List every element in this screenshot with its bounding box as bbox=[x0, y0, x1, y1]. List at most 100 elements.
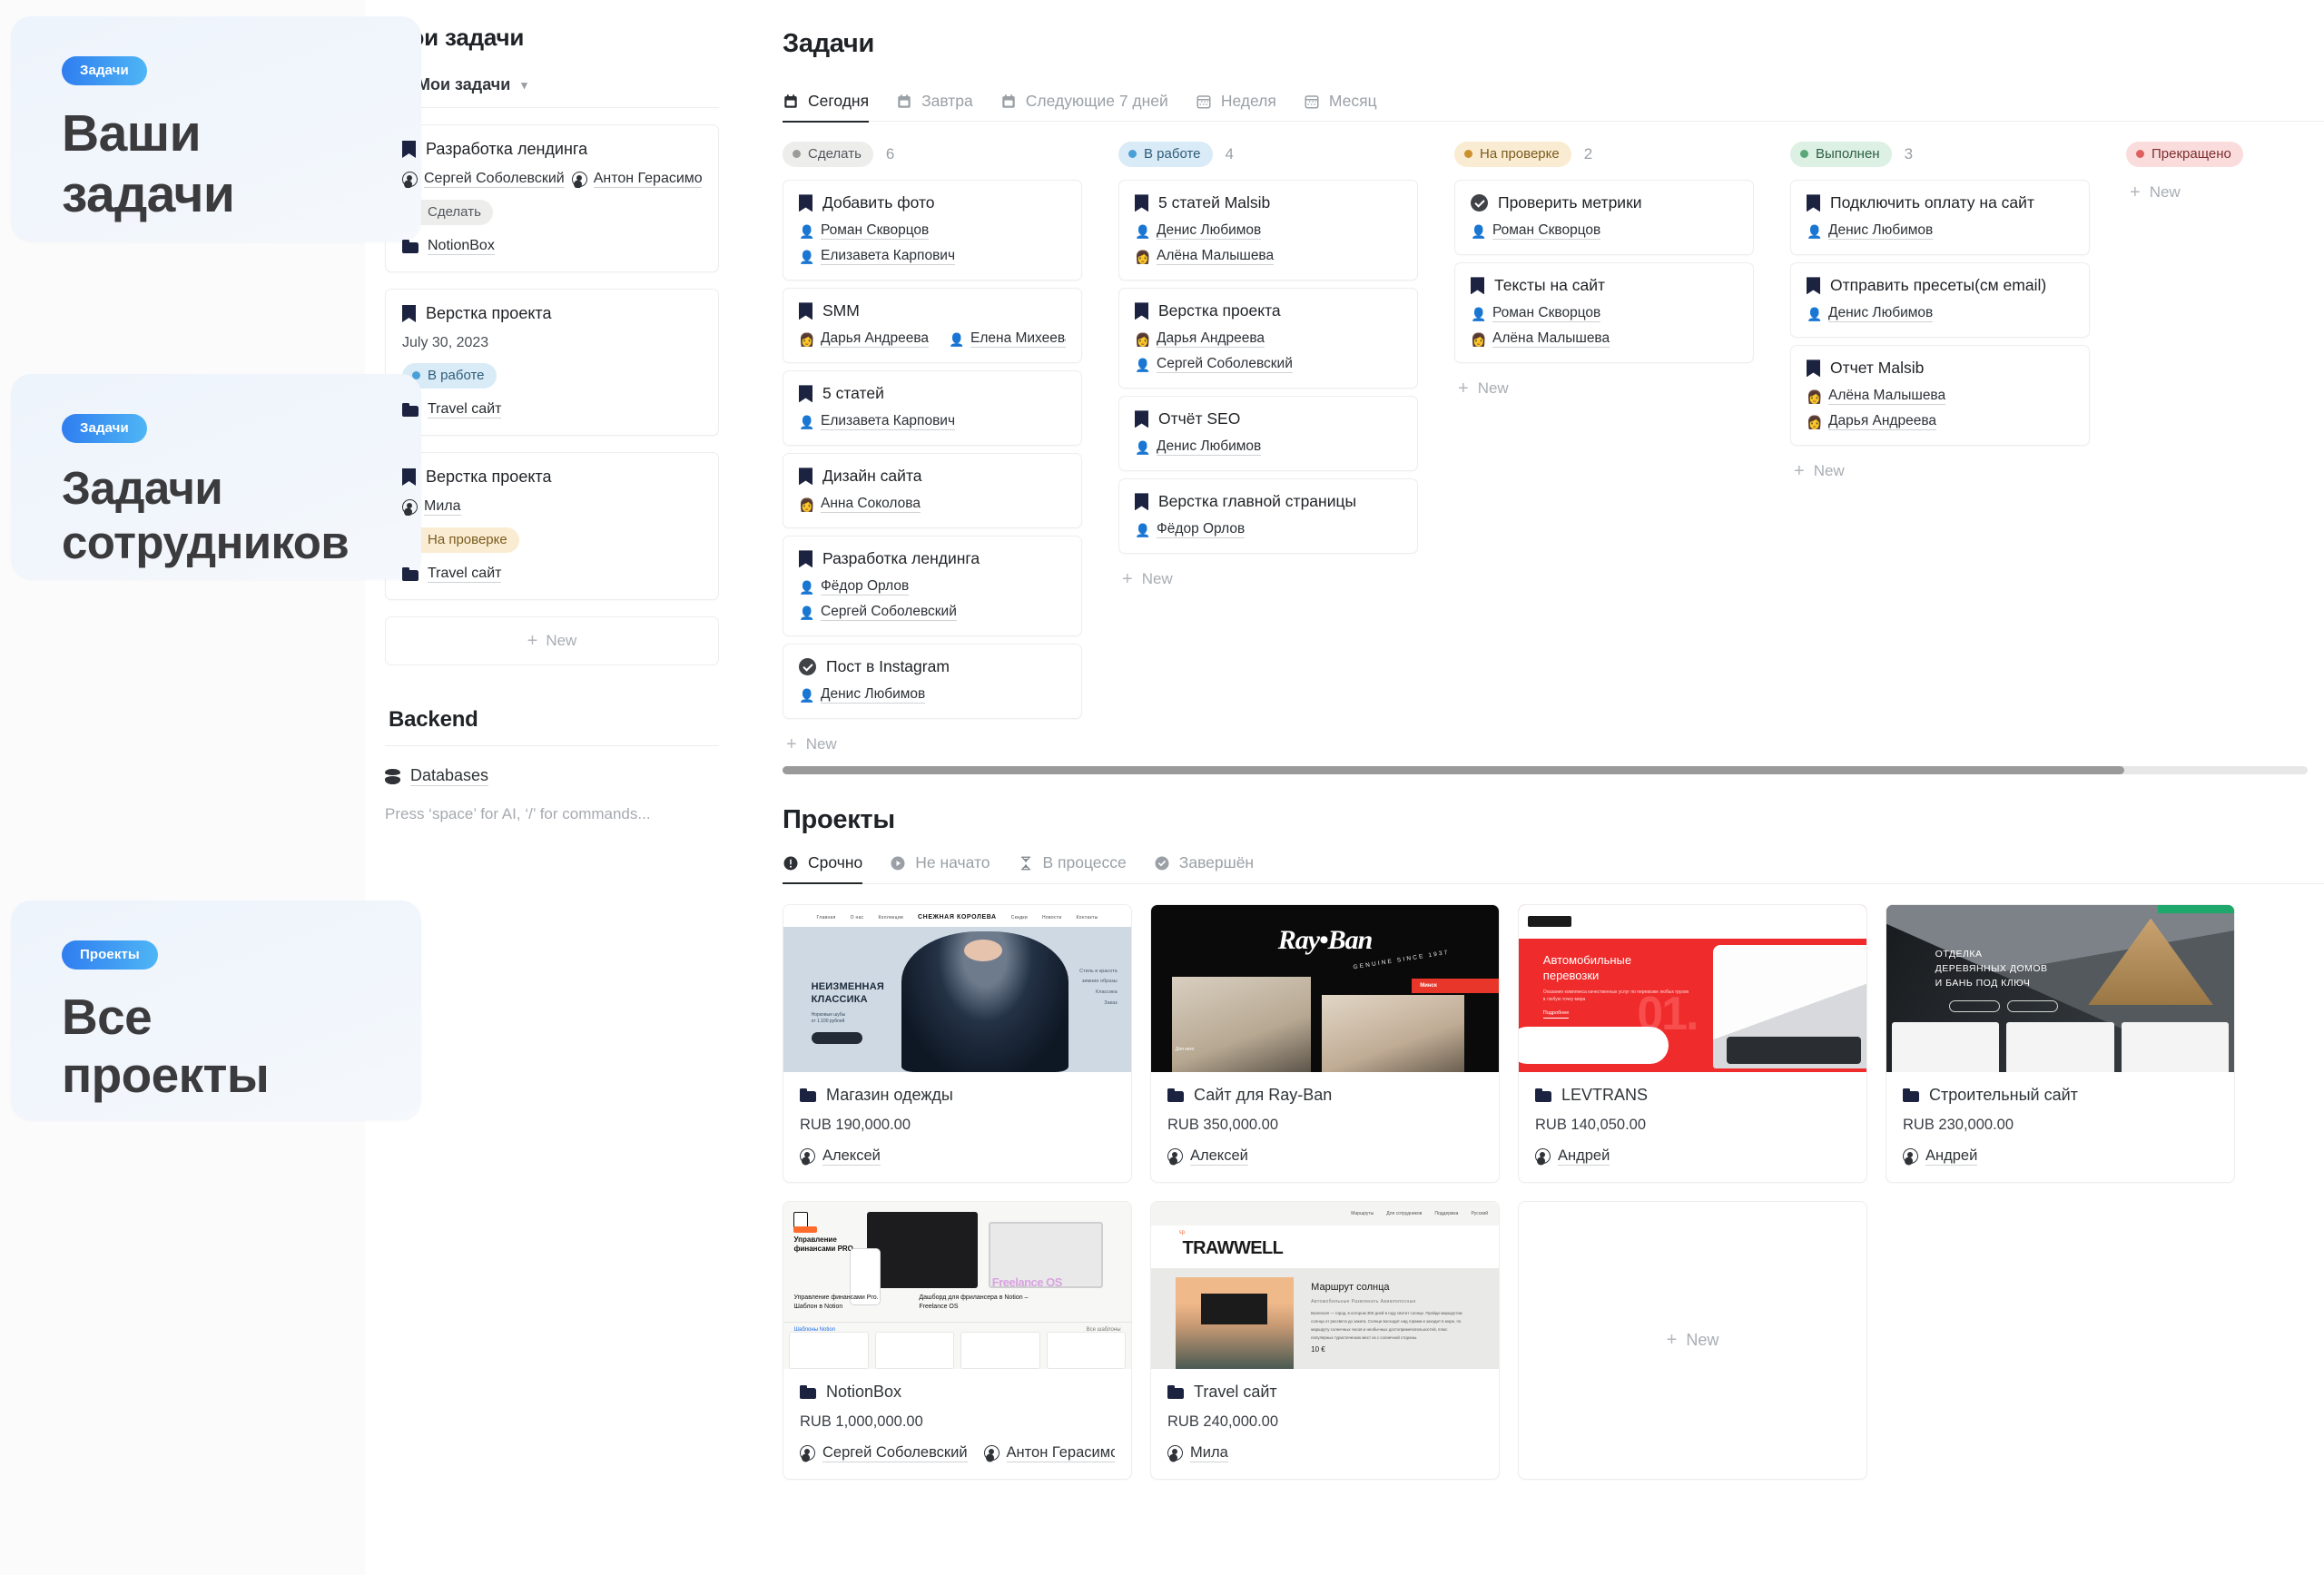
tab-month[interactable]: Месяц bbox=[1304, 92, 1377, 123]
person[interactable]: 👤 Роман Скворцов bbox=[1471, 305, 1738, 323]
kanban-card[interactable]: Верстка главной страницы 👤 Фёдор Орлов bbox=[1118, 478, 1418, 555]
region-chips bbox=[1948, 999, 2058, 1012]
kanban-card[interactable]: Отправить пресеты(см email) 👤 Денис Любим… bbox=[1790, 262, 2090, 339]
person-avatar-icon: 👩 bbox=[799, 497, 815, 512]
person[interactable]: 👩 Алёна Малышева bbox=[1807, 388, 2073, 406]
column-new-button[interactable]: + New bbox=[1790, 453, 2090, 480]
status-badge[interactable]: Выполнен bbox=[1790, 142, 1892, 168]
hero-card-employee-tasks[interactable]: Задачи Задачи сотрудников bbox=[11, 374, 421, 579]
project-card[interactable]: ОТДЕЛКА ДЕРЕВЯННЫХ ДОМОВ И БАНЬ ПОД КЛЮЧ… bbox=[1886, 903, 2235, 1183]
kanban-card[interactable]: Добавить фото 👤 Роман Скворцов 👤 Елизавета… bbox=[783, 180, 1082, 281]
kanban-card[interactable]: 5 статей Malsib 👤 Денис Любимов 👩 Алёна Ма… bbox=[1118, 180, 1418, 281]
my-task-project[interactable]: NotionBox bbox=[402, 238, 702, 255]
person[interactable]: 👩 Алёна Малышева bbox=[1135, 248, 1402, 266]
project-card[interactable]: Маршруты Для сотрудников Поддержка Русск… bbox=[1150, 1200, 1500, 1480]
editor-placeholder-hint[interactable]: Press ‘space’ for AI, ‘/’ for commands..… bbox=[385, 802, 684, 826]
status-badge[interactable]: На проверке bbox=[1454, 142, 1571, 168]
databases-link[interactable]: Databases bbox=[385, 766, 719, 786]
person[interactable]: 👤 Денис Любимов bbox=[1807, 305, 2073, 323]
person[interactable]: 👤 Фёдор Орлов bbox=[1135, 521, 1402, 539]
person[interactable]: Мила bbox=[1167, 1444, 1228, 1462]
my-task-card[interactable]: Разработка лендинга Сергей Соболевский А… bbox=[385, 124, 719, 272]
my-tasks-view-selector[interactable]: Мои задачи ▾ bbox=[385, 72, 719, 108]
person[interactable]: Андрей bbox=[1903, 1147, 1978, 1166]
person[interactable]: 👩 Анна Соколова bbox=[799, 496, 1066, 514]
person[interactable]: Алексей bbox=[800, 1147, 881, 1166]
status-badge[interactable]: Сделать bbox=[783, 142, 873, 168]
column-new-button[interactable]: + New bbox=[783, 726, 1082, 753]
kanban-card[interactable]: Пост в Instagram 👤 Денис Любимов bbox=[783, 644, 1082, 720]
tab-week[interactable]: Неделя bbox=[1196, 92, 1276, 123]
person[interactable]: 👤 Роман Скворцов bbox=[1471, 222, 1738, 241]
person[interactable]: 👤 Денис Любимов bbox=[799, 686, 1066, 704]
card-title: 5 статей bbox=[822, 384, 884, 403]
person[interactable]: 👩 Дарья Андреева bbox=[1135, 330, 1402, 349]
status-badge[interactable]: Прекращено bbox=[2126, 142, 2243, 168]
person[interactable]: Сергей Соболевский bbox=[402, 171, 565, 188]
kanban-horizontal-scrollbar[interactable] bbox=[783, 766, 2308, 775]
monitor-mockup bbox=[866, 1211, 979, 1289]
person[interactable]: 👩 Дарья Андреева bbox=[1807, 413, 2073, 431]
column-new-button[interactable]: + New bbox=[1118, 561, 1418, 588]
kanban-card[interactable]: 5 статей 👤 Елизавета Карпович bbox=[783, 370, 1082, 447]
hero-card-your-tasks[interactable]: Задачи Ваши задачи bbox=[11, 16, 421, 241]
person[interactable]: Мила bbox=[402, 498, 461, 516]
hero-card-all-projects[interactable]: Проекты Все проекты bbox=[11, 901, 421, 1120]
kanban-card[interactable]: Отчет Malsib 👩 Алёна Малышева 👩 Дарья Андр… bbox=[1790, 345, 2090, 447]
project-card[interactable]: Главная О нас Коллекции СНЕЖНАЯ КОРОЛЕВА… bbox=[783, 903, 1132, 1183]
project-card[interactable]: 01. Автомобильные перевозки Оказание ком… bbox=[1518, 903, 1867, 1183]
kanban-card[interactable]: Верстка проекта 👩 Дарья Андреева 👤 Сергей … bbox=[1118, 288, 1418, 389]
tab-urgent[interactable]: Срочно bbox=[783, 853, 863, 885]
kanban-card[interactable]: Подключить оплату на сайт 👤 Денис Любимов bbox=[1790, 180, 2090, 256]
kanban-card[interactable]: Дизайн сайта 👩 Анна Соколова bbox=[783, 453, 1082, 529]
person[interactable]: 👤 Денис Любимов bbox=[1135, 438, 1402, 457]
person[interactable]: 👤 Денис Любимов bbox=[1135, 222, 1402, 241]
kanban-card[interactable]: Разработка лендинга 👤 Фёдор Орлов 👤 Сергей… bbox=[783, 536, 1082, 637]
tab-today[interactable]: Сегодня bbox=[783, 92, 870, 123]
status-badge[interactable]: В работе bbox=[1118, 142, 1213, 168]
my-task-card[interactable]: Верстка проекта July 30, 2023 В работе T… bbox=[385, 289, 719, 436]
person-avatar-icon: 👤 bbox=[799, 249, 815, 264]
project-new-card[interactable]: + New bbox=[1518, 1200, 1867, 1480]
tab-completed[interactable]: Завершён bbox=[1154, 853, 1254, 884]
tab-in-progress[interactable]: В процессе bbox=[1018, 853, 1127, 884]
scrollbar-thumb[interactable] bbox=[783, 766, 2125, 775]
person[interactable]: 👤 Роман Скворцов bbox=[799, 222, 1066, 241]
person[interactable]: 👤 Сергей Соболевский bbox=[799, 604, 1066, 622]
tab-tomorrow[interactable]: Завтра bbox=[896, 92, 973, 123]
project-card[interactable]: Управление финансами PRO Freelance OS Уп… bbox=[783, 1200, 1132, 1480]
person[interactable]: 👤 Елизавета Карпович bbox=[799, 248, 1066, 266]
person[interactable]: 👤 Фёдор Орлов bbox=[799, 578, 1066, 596]
database-icon bbox=[385, 768, 400, 784]
kanban-card[interactable]: Отчёт SEO 👤 Денис Любимов bbox=[1118, 396, 1418, 472]
kanban-scroll-area[interactable]: Сделать 6 Добавить фото 👤 Роман Скворцов … bbox=[783, 122, 2324, 753]
tab-next-7-days[interactable]: Следующие 7 дней bbox=[1000, 92, 1168, 123]
person[interactable]: 👤 Елена Михеева bbox=[949, 330, 1066, 349]
kanban-card[interactable]: Проверить метрики 👤 Роман Скворцов bbox=[1454, 180, 1754, 256]
column-new-button[interactable]: + New bbox=[2126, 180, 2324, 202]
person[interactable]: 👩 Дарья Андреева bbox=[799, 330, 929, 349]
person[interactable]: Сергей Соболевский bbox=[800, 1444, 968, 1462]
my-tasks-new-button[interactable]: + New bbox=[385, 616, 719, 665]
plus-icon: + bbox=[1458, 379, 1469, 399]
column-new-button[interactable]: + New bbox=[1454, 370, 1754, 398]
person[interactable]: 👤 Елизавета Карпович bbox=[799, 413, 1066, 431]
template-thumbnails bbox=[783, 1332, 1131, 1369]
person[interactable]: 👤 Денис Любимов bbox=[1807, 222, 2073, 241]
folder-icon bbox=[402, 240, 419, 253]
person[interactable]: Алексей bbox=[1167, 1147, 1248, 1166]
person[interactable]: Антон Герасимов bbox=[983, 1444, 1115, 1462]
my-task-card[interactable]: Верстка проекта Мила На проверке Travel … bbox=[385, 452, 719, 600]
person[interactable]: Антон Герасимов bbox=[571, 171, 702, 188]
person[interactable]: Андрей bbox=[1535, 1147, 1610, 1166]
person[interactable]: 👩 Алёна Малышева bbox=[1471, 330, 1738, 349]
person[interactable]: 👤 Сергей Соболевский bbox=[1135, 356, 1402, 374]
project-card[interactable]: Ray•Ban GENUINE SINCE 1937 Для него Минс… bbox=[1150, 903, 1500, 1183]
kanban-card[interactable]: Тексты на сайт 👤 Роман Скворцов 👩 Алёна Ма… bbox=[1454, 262, 1754, 364]
status-dot-icon bbox=[1464, 150, 1472, 159]
tab-not-started[interactable]: Не начато bbox=[890, 853, 990, 884]
kanban-card[interactable]: SMM 👩 Дарья Андреева 👤 Елена Михеева bbox=[783, 288, 1082, 364]
folder-icon bbox=[1535, 1088, 1551, 1102]
my-task-project[interactable]: Travel сайт bbox=[402, 566, 702, 583]
my-task-project[interactable]: Travel сайт bbox=[402, 401, 702, 418]
